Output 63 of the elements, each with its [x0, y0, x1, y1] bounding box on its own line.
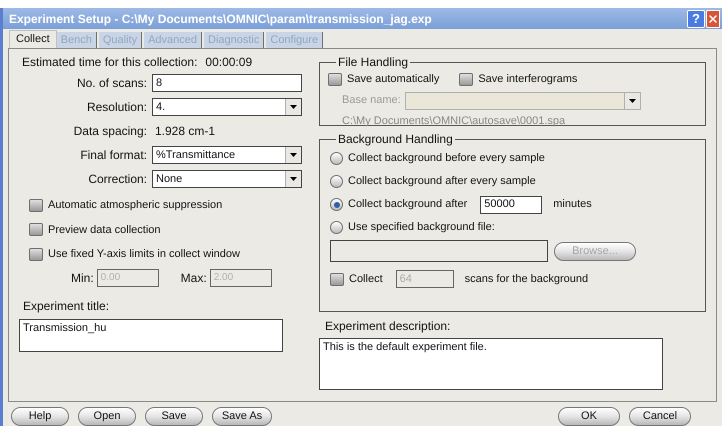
- tab[interactable]: Collect: [9, 30, 57, 48]
- suffix-label: scans for the background: [464, 272, 588, 287]
- description-field[interactable]: This is the default experiment file.: [319, 338, 663, 390]
- push-button[interactable]: Open: [78, 407, 136, 426]
- radio-button[interactable]: [330, 221, 343, 234]
- checkbox-label: Automatic atmospheric suppression: [48, 198, 222, 213]
- caret-icon: [290, 177, 297, 181]
- close-button[interactable]: [706, 10, 720, 28]
- radio-label: Collect background before every sample: [348, 151, 545, 166]
- dropdown[interactable]: None: [152, 170, 302, 188]
- field-label: Max:: [180, 270, 207, 286]
- checkbox-label: Save interferograms: [478, 72, 578, 87]
- checkbox-label: Preview data collection: [48, 222, 161, 238]
- field-label: Experiment description:: [324, 318, 452, 335]
- field-label: Resolution:: [86, 99, 147, 116]
- unit-label: minutes: [553, 197, 592, 212]
- window-title: Experiment Setup - C:\My Documents\OMNIC\param\transmission_jag.exp: [9, 10, 433, 28]
- estimate-label: Estimated time for this collection:: [22, 54, 198, 71]
- field-label: Base name:: [342, 93, 401, 108]
- field-label: Min:: [71, 270, 94, 286]
- dropdown-button[interactable]: [285, 147, 301, 163]
- field-label: Data spacing:: [72, 123, 147, 140]
- field-label: Final format:: [79, 147, 147, 164]
- group-title: File Handling: [337, 54, 410, 71]
- checkbox-label: Collect: [349, 272, 383, 287]
- push-button[interactable]: Help: [11, 407, 69, 426]
- field-label: Correction:: [87, 171, 147, 188]
- input-field[interactable]: 50000: [480, 196, 542, 214]
- field-label: No. of scans:: [76, 75, 147, 92]
- push-button[interactable]: Save: [145, 407, 203, 426]
- checkbox[interactable]: [459, 72, 474, 86]
- field-label: Experiment title:: [22, 298, 110, 314]
- push-button[interactable]: Cancel: [629, 407, 691, 426]
- radio-label: Use specified background file:: [348, 220, 495, 236]
- push-button[interactable]: OK: [558, 407, 620, 426]
- checkbox[interactable]: [29, 223, 43, 236]
- dropdown-button[interactable]: [285, 99, 301, 115]
- estimate-value: 00:00:09: [205, 54, 252, 71]
- checkbox-label: Use fixed Y-axis limits in collect window: [48, 247, 240, 262]
- group-title: Background Handling: [337, 131, 454, 148]
- caret-icon: [290, 153, 297, 157]
- dropdown-button[interactable]: [285, 171, 301, 187]
- file-path: C:\My Documents\OMNIC\autosave\0001.spa: [341, 114, 566, 128]
- close-icon: [707, 12, 719, 24]
- title-field[interactable]: Transmission_hu: [19, 318, 283, 352]
- checkbox[interactable]: [29, 198, 43, 212]
- caret-icon: [290, 105, 297, 109]
- file-field[interactable]: [330, 240, 548, 262]
- help-button[interactable]: ?: [687, 10, 705, 28]
- radio-label: Collect background after: [348, 197, 468, 212]
- readout-value: 1.928 cm-1: [154, 123, 216, 140]
- checkbox[interactable]: [328, 72, 342, 86]
- radio-button[interactable]: [330, 198, 343, 211]
- radio-button[interactable]: [330, 175, 343, 188]
- checkbox[interactable]: [29, 248, 43, 261]
- radio-label: Collect background after every sample: [348, 174, 536, 190]
- checkbox-label: Save automatically: [347, 72, 440, 87]
- push-button[interactable]: Save As: [212, 407, 272, 426]
- dropdown[interactable]: 4.: [152, 98, 302, 116]
- radio-button[interactable]: [330, 152, 343, 165]
- input-field[interactable]: 8: [152, 74, 302, 92]
- caret-icon: [628, 98, 636, 102]
- dropdown[interactable]: %Transmittance: [152, 146, 302, 164]
